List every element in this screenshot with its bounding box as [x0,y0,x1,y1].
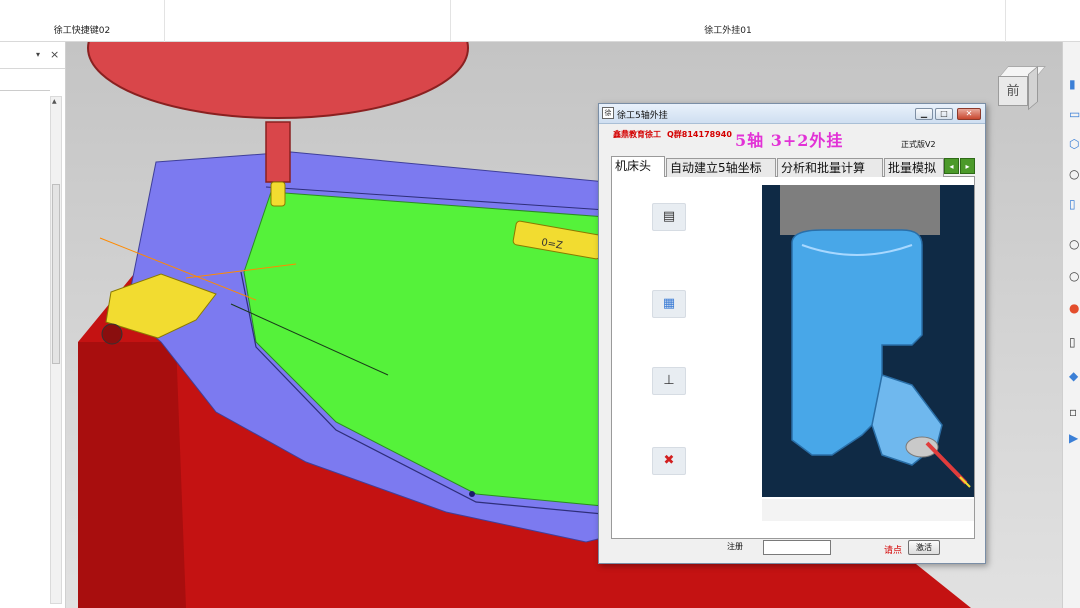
color-wheel-icon[interactable]: ● [1069,300,1080,316]
qq-group-label: Q群814178940 [667,130,732,139]
dialog-title: 徐工5轴外挂 [617,111,668,121]
tool-holder-red [265,121,291,183]
scrollbar-thumb[interactable] [52,184,60,364]
register-label: 注册 [727,542,743,551]
spindle-housing-gray [780,185,940,235]
document-tab-strip: 徐工快捷键02 徐工外挂01 [0,0,1080,42]
flag-icon[interactable]: ▶ [1069,430,1080,446]
machine-head-panel: ▤ ▦ ⊥ ✖ [611,177,975,539]
panel-menu-icon[interactable]: ▾ [36,50,40,59]
preview-footer [762,499,974,521]
scroll-up-icon[interactable]: ▲ [52,98,57,105]
ring-icon[interactable]: ○ [1069,268,1080,284]
maximize-button[interactable]: □ [935,108,953,120]
close-button[interactable]: ✕ [957,108,981,120]
panel-divider [0,90,50,91]
part-base-red-side [78,342,186,608]
dialog-tab-bar: 机床头 自动建立5轴坐标 分析和批量计算 批量模拟 ◂ ▸ [611,156,975,178]
view-cube[interactable]: 前 [994,64,1047,111]
box-icon[interactable]: ▭ [1069,106,1080,122]
delete-tool-icon[interactable]: ✖ [652,447,686,475]
spindle-illustration [762,185,974,497]
tab-machine-head[interactable]: 机床头 [611,156,665,178]
activate-button[interactable]: 激活 [908,540,940,555]
tab-plugin-01[interactable]: 徐工外挂01 [450,0,1006,42]
version-label: 正式版V2 [901,140,936,149]
extrude-icon[interactable]: ▯ [1069,334,1080,350]
tab-scroll-left-icon[interactable]: ◂ [944,158,959,174]
machine-head-tool-icon[interactable]: ▤ [652,203,686,231]
right-toolbar: ▮ ▭ ⬡ ○ ▯ ○ ○ ● ▯ ◆ ▫ ▶ [1062,42,1080,608]
left-panel-scrollbar[interactable]: ▲ [50,96,62,604]
left-panel-header: ▾ × [0,42,65,69]
select-icon[interactable]: ▮ [1069,76,1080,92]
square-icon[interactable]: ▫ [1069,404,1080,420]
plugin-headline: 5轴 3+2外挂 [735,131,844,150]
shade-icon[interactable]: ◆ [1069,368,1080,384]
circle-icon[interactable]: ○ [1069,166,1080,182]
tab-scroll-arrows: ◂ ▸ [944,158,975,175]
tab-analysis-batch[interactable]: 分析和批量计算 [777,158,883,177]
sphere-icon[interactable]: ○ [1069,236,1080,252]
stock-tool-icon[interactable]: ▦ [652,290,686,318]
machine-head-preview [762,185,974,497]
spindle-head-red [87,42,469,119]
panel-close-icon[interactable]: × [50,48,59,61]
left-dock-panel: ▾ × ▲ [0,42,66,608]
cube-icon[interactable]: ⬡ [1069,136,1080,152]
tab-scroll-right-icon[interactable]: ▸ [960,158,975,174]
tab-shortcut-02[interactable]: 徐工快捷键02 [0,0,165,42]
tool-tip-yellow [270,181,286,207]
click-hint-label: 请点 [884,546,903,556]
app-icon: 徐 [602,107,614,119]
bolt-hole-red [101,323,123,345]
register-code-input[interactable] [763,540,831,555]
bolt-hole-blue [469,491,475,497]
view-cube-side[interactable] [1028,65,1038,111]
view-cube-front[interactable]: 前 [998,76,1028,106]
tab-auto-5axis-coords[interactable]: 自动建立5轴坐标 [666,158,776,177]
plugin-dialog: 徐 徐工5轴外挂 ▁ □ ✕ 鑫鼎教育徐工 Q群814178940 5轴 3+2… [598,103,986,564]
plane-icon[interactable]: ▯ [1069,196,1080,212]
tab-batch-simulation[interactable]: 批量模拟 [884,158,944,177]
coordinate-tool-icon[interactable]: ⊥ [652,367,686,395]
brand-label: 鑫鼎教育徐工 [613,130,661,139]
minimize-button[interactable]: ▁ [915,108,933,120]
dialog-titlebar[interactable]: 徐 徐工5轴外挂 ▁ □ ✕ [599,104,985,124]
